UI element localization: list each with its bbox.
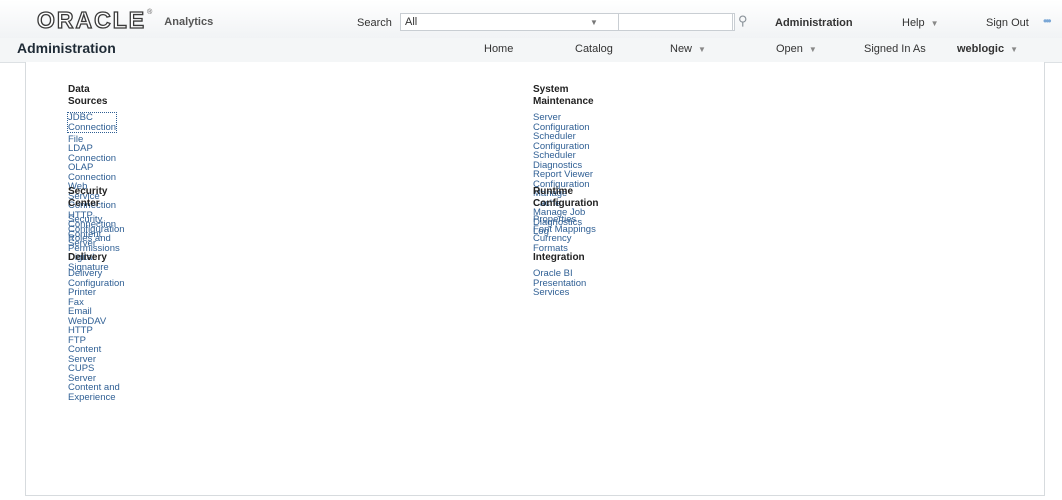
sign-out-link[interactable]: Sign Out [986,17,1029,29]
admin-link[interactable]: Oracle BI Presentation Services [533,269,586,298]
product-name: Analytics [164,16,214,28]
list-item: Oracle BI Presentation Services [533,269,586,298]
list-item: Scheduler Diagnostics [533,151,594,170]
chevron-down-icon: ▼ [808,45,817,54]
chevron-down-icon[interactable]: ▼ [590,18,598,27]
admin-link[interactable]: Delivery Configuration [68,269,125,288]
signed-in-as-label: Signed In As [864,43,926,55]
list-item: JDBC Connection [66,112,118,135]
section-delivery: Delivery Delivery Configuration Printer Fa… [68,252,125,402]
home-link[interactable]: Home [484,43,513,55]
admin-link[interactable]: Scheduler Diagnostics [533,151,594,170]
link-list: Properties Font Mappings Currency Formats [533,215,599,253]
list-item: Security Configuration [68,215,125,234]
catalog-link[interactable]: Catalog [575,43,613,55]
administration-link[interactable]: Administration [775,17,853,29]
chevron-down-icon: ▼ [1010,45,1018,54]
section-title: Integration [533,252,585,263]
header-bar: Administration Home Catalog New ▼ Open ▼ S… [0,38,1062,63]
search-icon[interactable]: ⚲ [738,13,748,29]
link-list: Delivery Configuration Printer Fax Email Web… [68,269,125,402]
admin-link[interactable]: Server Configuration [533,113,594,132]
help-label: Help [902,17,925,29]
admin-link[interactable]: Security Configuration [68,215,125,234]
section-title: Security Center [68,186,108,209]
admin-link[interactable]: Currency Formats [533,234,599,253]
page-title: Administration [17,40,116,56]
list-item: Server Configuration [533,113,594,132]
section-title: Runtime Configuration [533,186,599,209]
list-item: Roles and Permissions [68,234,125,253]
admin-link[interactable]: OLAP Connection [68,163,116,182]
user-menu[interactable]: weblogic ▼ [957,43,1018,55]
open-menu[interactable]: Open ▼ [776,43,817,55]
admin-link[interactable]: Scheduler Configuration [533,132,594,151]
section-runtime-configuration: Runtime Configuration Properties Font Map… [533,186,599,253]
search-input[interactable] [618,13,733,31]
link-list: Oracle BI Presentation Services [533,269,586,298]
admin-link[interactable]: Roles and Permissions [68,234,125,253]
list-item: LDAP Connection [68,144,116,163]
open-label: Open [776,43,803,55]
section-title: Data Sources [68,84,108,107]
logo-wordmark: ORACLE [36,7,147,33]
help-menu[interactable]: Help ▼ [902,17,939,29]
section-title: System Maintenance [533,84,594,107]
list-item: CUPS Server [68,364,125,383]
admin-link[interactable]: JDBC Connection [66,112,118,133]
list-item: Currency Formats [533,234,599,253]
user-name: weblogic [957,43,1005,55]
admin-link[interactable]: CUPS Server [68,364,125,383]
list-item: Content and Experience [68,383,125,402]
admin-content-panel: Data Sources JDBC Connection File LDAP Con… [25,62,1045,496]
list-item: Scheduler Configuration [533,132,594,151]
admin-link[interactable]: LDAP Connection [68,144,116,163]
section-title: Delivery [68,252,107,263]
chevron-down-icon: ▼ [930,19,939,28]
list-item: Delivery Configuration [68,269,125,288]
new-menu[interactable]: New ▼ [670,43,706,55]
search-scope-value: All [405,16,418,28]
more-icon[interactable]: ••• [1043,14,1051,28]
top-bar: ORACLE ® Analytics Search All ▼ ⚲ Admini… [0,0,1062,39]
section-integration: Integration Oracle BI Presentation Servi… [533,252,586,298]
chevron-down-icon: ▼ [698,45,706,54]
list-item: Content Server [68,345,125,364]
admin-link[interactable]: Content and Experience [68,383,125,402]
oracle-logo: ORACLE ® Analytics [36,7,214,33]
admin-link[interactable]: Content Server [68,345,125,364]
list-item: OLAP Connection [68,163,116,182]
registered-mark: ® [147,9,153,16]
search-label: Search [357,17,392,29]
new-label: New [670,43,693,55]
